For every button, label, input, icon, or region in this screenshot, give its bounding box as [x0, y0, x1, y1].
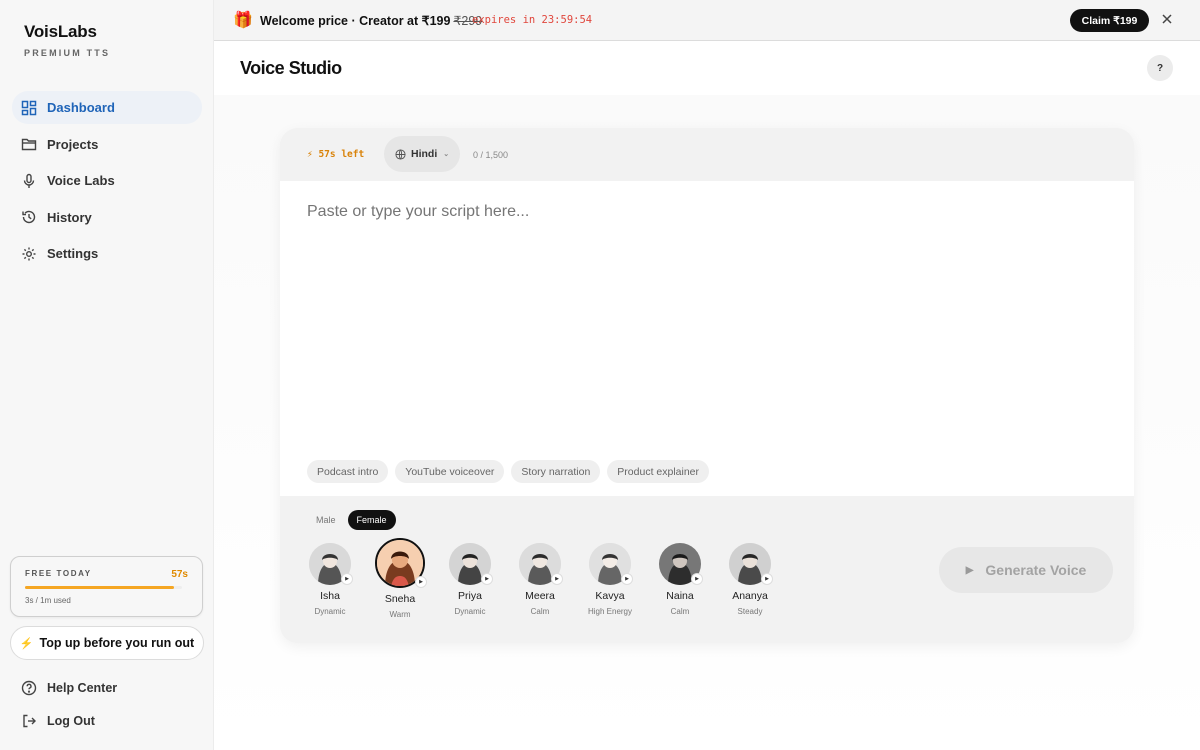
bolt-icon: ⚡ [19, 637, 34, 650]
generate-voice-button[interactable]: ▶ Generate Voice [939, 547, 1113, 593]
free-usage-label: FREE TODAY [25, 569, 92, 578]
voice-studio-card: ⚡ 57s left Hindi ⌄ 0 / 1,500 Podcast int… [280, 128, 1134, 643]
voice-tag: Dynamic [454, 607, 486, 616]
voice-tag: Dynamic [314, 607, 346, 616]
character-count: 0 / 1,500 [473, 150, 509, 160]
globe-icon [395, 148, 406, 160]
voice-list: ▶ Isha Dynamic ▶ Sneha Warm ▶ Priya Dyna… [280, 538, 800, 638]
history-icon [21, 209, 37, 225]
sidebar-item-label: Projects [47, 136, 99, 152]
play-icon: ▶ [965, 564, 974, 576]
voice-name: Ananya [732, 590, 768, 602]
brand-subtitle: PREMIUM TTS [24, 48, 111, 58]
help-circle-icon [21, 680, 37, 696]
voice-name: Isha [320, 590, 340, 602]
gender-toggle: Male Female [307, 510, 396, 530]
voice-item-sneha[interactable]: ▶ Sneha Warm [365, 538, 435, 619]
script-area: Podcast intro YouTube voiceover Story na… [280, 181, 1134, 496]
chip-product-explainer[interactable]: Product explainer [607, 460, 710, 483]
logout-link[interactable]: Log Out [21, 713, 95, 729]
logout-label: Log Out [47, 714, 95, 728]
voice-tag: Calm [670, 607, 690, 616]
free-usage-card: FREE TODAY 57s 3s / 1m used [10, 556, 203, 617]
script-input[interactable] [307, 203, 1107, 221]
voice-item-ananya[interactable]: ▶ Ananya Steady [715, 543, 785, 616]
voice-name: Kavya [595, 590, 625, 602]
topup-button[interactable]: ⚡ Top up before you run out [10, 626, 204, 660]
gender-male-button[interactable]: Male [307, 510, 345, 530]
help-button[interactable]: ? [1147, 55, 1173, 81]
suggestion-chips: Podcast intro YouTube voiceover Story na… [307, 460, 716, 483]
promo-message: Welcome price · Creator at ₹199 [260, 14, 451, 28]
page-header: Voice Studio ? [214, 41, 1200, 95]
folder-icon [21, 136, 37, 152]
voice-item-priya[interactable]: ▶ Priya Dynamic [435, 543, 505, 616]
gear-icon [21, 246, 37, 262]
voice-item-isha[interactable]: ▶ Isha Dynamic [295, 543, 365, 616]
voice-name: Meera [525, 590, 555, 602]
voice-panel: Male Female ▶ Isha Dynamic ▶ Sneha Warm … [280, 496, 1134, 643]
page-title: Voice Studio [240, 58, 342, 78]
free-usage-used: 3s / 1m used [25, 596, 71, 605]
play-icon[interactable]: ▶ [691, 573, 703, 585]
sidebar-item-label: Dashboard [47, 100, 115, 115]
sidebar-item-label: Settings [47, 246, 99, 262]
gender-female-button[interactable]: Female [347, 510, 396, 530]
brand-name: VoisLabs [24, 22, 97, 41]
topup-label: Top up before you run out [39, 636, 195, 650]
promo-text: Welcome price · Creator at ₹199 ₹299 [260, 13, 482, 28]
bolt-icon: ⚡ [307, 149, 319, 160]
voice-tag: Warm [389, 610, 411, 619]
play-icon[interactable]: ▶ [761, 573, 773, 585]
free-usage-progress [25, 586, 182, 589]
voice-item-kavya[interactable]: ▶ Kavya High Energy [575, 543, 645, 616]
microphone-icon [21, 173, 37, 189]
brand[interactable]: VoisLabs PREMIUM TTS [24, 22, 110, 58]
play-icon[interactable]: ▶ [481, 573, 493, 585]
chevron-down-icon: ⌄ [443, 151, 450, 158]
sidebar-item-voice-labs[interactable]: Voice Labs [12, 164, 202, 197]
sidebar-item-projects[interactable]: Projects [12, 128, 202, 161]
language-select[interactable]: Hindi ⌄ [384, 136, 460, 172]
claim-button[interactable]: Claim ₹199 [1070, 9, 1149, 32]
grid-icon [21, 100, 37, 116]
logout-icon [21, 713, 37, 729]
gift-icon: 🎁 [233, 12, 253, 29]
voice-tag: High Energy [587, 607, 633, 616]
chip-youtube-voiceover[interactable]: YouTube voiceover [395, 460, 505, 483]
sidebar-item-label: Voice Labs [47, 173, 115, 189]
sidebar-nav: Dashboard Projects Voice Labs History Se… [12, 91, 202, 274]
voice-name: Sneha [384, 593, 416, 605]
sidebar-item-history[interactable]: History [12, 201, 202, 234]
play-icon[interactable]: ▶ [551, 573, 563, 585]
sidebar-item-label: History [47, 209, 92, 225]
studio-toolbar: ⚡ 57s left Hindi ⌄ 0 / 1,500 [280, 128, 1134, 181]
time-left-indicator: ⚡ 57s left [307, 149, 364, 160]
generate-voice-label: Generate Voice [985, 562, 1087, 578]
chip-podcast-intro[interactable]: Podcast intro [307, 460, 389, 483]
play-icon[interactable]: ▶ [341, 573, 353, 585]
sidebar-item-settings[interactable]: Settings [12, 237, 202, 270]
language-value: Hindi [411, 148, 438, 160]
voice-tag: Calm [530, 607, 550, 616]
free-usage-time: 57s [171, 569, 188, 580]
play-icon[interactable]: ▶ [415, 576, 427, 588]
sidebar-item-dashboard[interactable]: Dashboard [12, 91, 202, 124]
voice-tag: Steady [737, 607, 763, 616]
help-center-label: Help Center [47, 681, 118, 695]
sidebar: VoisLabs PREMIUM TTS Dashboard Projects … [0, 0, 214, 750]
free-usage-progress-fill [25, 586, 175, 589]
play-icon[interactable]: ▶ [621, 573, 633, 585]
time-left-label: 57s left [318, 149, 365, 160]
help-center-link[interactable]: Help Center [21, 680, 117, 696]
voice-item-meera[interactable]: ▶ Meera Calm [505, 543, 575, 616]
voice-name: Priya [458, 590, 482, 602]
voice-name: Naina [666, 590, 694, 602]
promo-banner: 🎁 Welcome price · Creator at ₹199 ₹299 ex… [214, 0, 1200, 41]
close-icon[interactable] [1159, 11, 1175, 27]
chip-story-narration[interactable]: Story narration [511, 460, 601, 483]
voice-item-naina[interactable]: ▶ Naina Calm [645, 543, 715, 616]
promo-expiry: expires in 23:59:54 [472, 14, 593, 26]
